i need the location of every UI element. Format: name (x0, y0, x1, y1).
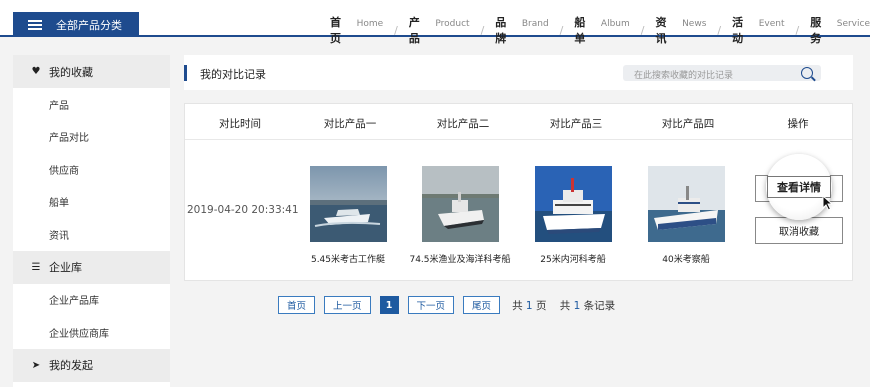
nav-album-en: Album (600, 19, 630, 29)
cursor-icon (822, 195, 834, 211)
total-pages: 1 (525, 299, 533, 312)
summary-text: 条记录 (583, 299, 616, 312)
col-header-actions: 操作 (787, 118, 809, 130)
sidebar-group-label: 企业库 (49, 261, 82, 274)
nav-album-cn: 船单 (574, 16, 586, 45)
compare-table: 对比时间 对比产品一 对比产品二 对比产品三 对比产品四 操作 2019-04-… (184, 103, 853, 281)
nav-product-cn: 产品 (408, 16, 420, 45)
nav-separator: / (640, 23, 645, 37)
sidebar-item-enterprise-suppliers[interactable]: 企业供应商库 (13, 316, 170, 349)
menu-icon (28, 19, 42, 30)
nav-separator: / (394, 23, 398, 37)
product-card[interactable]: 25米内河科考船 (518, 166, 628, 265)
summary-text: 共 (559, 299, 571, 312)
nav-home-en: Home (356, 19, 384, 29)
sidebar-group-label: 我的收藏 (49, 65, 93, 79)
total-records: 1 (573, 299, 581, 312)
nav-brand-en: Brand (521, 19, 549, 29)
product-card[interactable]: 74.5米渔业及海洋科考船 (405, 166, 515, 265)
top-header: 全部产品分类 首页 Home / 产品 Product / 品牌 Brand / 船单… (0, 0, 870, 45)
main-nav: 首页 Home / 产品 Product / 品牌 Brand / 船单 Album /… (330, 14, 870, 46)
nav-service[interactable]: 服务 Service (810, 14, 870, 46)
all-categories-button[interactable]: 全部产品分类 (13, 12, 139, 37)
all-categories-label: 全部产品分类 (56, 18, 122, 32)
product-name: 40米考察船 (662, 255, 710, 265)
sidebar-item-ship-list[interactable]: 船单 (13, 185, 170, 218)
nav-product-en: Product (435, 19, 470, 29)
nav-service-en: Service (836, 19, 870, 29)
pagination: 首页 上一页 1 下一页 尾页 共 1 页 共 1 条记录 (278, 296, 615, 314)
nav-separator: / (480, 23, 485, 37)
nav-brand-cn: 品牌 (495, 16, 507, 45)
last-page-button[interactable]: 尾页 (463, 296, 501, 314)
sidebar-item-enterprise-products[interactable]: 企业产品库 (13, 283, 170, 316)
search-icon[interactable] (801, 67, 813, 79)
summary-text: 共 (512, 299, 523, 312)
nav-album[interactable]: 船单 Album (574, 14, 629, 46)
product-image[interactable] (421, 166, 499, 242)
sidebar-item-product[interactable]: 产品 (13, 88, 170, 121)
col-header-product-3: 对比产品三 (549, 118, 603, 130)
send-icon: ➤ (31, 359, 41, 371)
sidebar-item-news[interactable]: 资讯 (13, 218, 170, 251)
product-name: 74.5米渔业及海洋科考船 (409, 255, 511, 265)
nav-product[interactable]: 产品 Product (409, 14, 470, 46)
cancel-favorite-button[interactable]: 取消收藏 (755, 217, 843, 244)
product-card[interactable]: 40米考察船 (631, 166, 741, 265)
col-header-product-4: 对比产品四 (661, 118, 715, 130)
search-box[interactable]: 在此搜索收藏的对比记录 (623, 65, 821, 81)
next-page-button[interactable]: 下一页 (407, 296, 455, 314)
title-accent-bar (184, 65, 187, 81)
current-page-button[interactable]: 1 (379, 296, 399, 314)
product-card[interactable]: 5.45米考古工作艇 (293, 166, 403, 265)
sidebar-group-favorites[interactable]: ♥ 我的收藏 (13, 55, 170, 88)
sidebar-group-enterprise[interactable]: ☰ 企业库 (13, 250, 170, 284)
col-header-time: 对比时间 (219, 118, 261, 130)
nav-separator: / (559, 23, 564, 37)
list-icon: ☰ (31, 261, 41, 273)
nav-brand[interactable]: 品牌 Brand (495, 14, 548, 46)
nav-home-cn: 首页 (330, 16, 341, 45)
first-page-button[interactable]: 首页 (278, 296, 316, 314)
product-image[interactable] (534, 166, 612, 242)
nav-event-cn: 活动 (732, 16, 744, 45)
product-image[interactable] (647, 166, 725, 242)
page-title: 我的对比记录 (200, 68, 266, 81)
search-input[interactable]: 在此搜索收藏的对比记录 (634, 68, 733, 81)
product-name: 25米内河科考船 (540, 255, 606, 265)
nav-separator: / (795, 23, 800, 37)
summary-text: 页 (535, 299, 547, 312)
compare-time: 2019-04-20 20:33:41 (187, 204, 299, 216)
sidebar-item-product-compare[interactable]: 产品对比 (13, 120, 170, 153)
product-image[interactable] (309, 166, 387, 242)
heart-icon: ♥ (31, 66, 41, 77)
nav-event[interactable]: 活动 Event (732, 14, 784, 46)
nav-news-en: News (682, 19, 707, 29)
section-header: 我的对比记录 在此搜索收藏的对比记录 (184, 55, 853, 90)
sidebar-group-label: 我的发起 (49, 359, 93, 372)
pagination-summary: 共 1 页 共 1 条记录 (512, 298, 615, 313)
col-header-product-1: 对比产品一 (323, 118, 377, 130)
nav-separator: / (717, 23, 722, 37)
sidebar-group-initiated[interactable]: ➤ 我的发起 (13, 348, 170, 382)
nav-event-en: Event (758, 19, 785, 29)
table-header: 对比时间 对比产品一 对比产品二 对比产品三 对比产品四 操作 (185, 104, 852, 140)
nav-news-cn: 资讯 (655, 16, 667, 45)
nav-service-cn: 服务 (810, 16, 822, 45)
sidebar-item-supplier[interactable]: 供应商 (13, 153, 170, 186)
nav-home[interactable]: 首页 Home (330, 14, 383, 46)
nav-news[interactable]: 资讯 News (655, 14, 706, 46)
product-name: 5.45米考古工作艇 (310, 255, 386, 265)
prev-page-button[interactable]: 上一页 (324, 296, 371, 314)
col-header-product-2: 对比产品二 (436, 118, 490, 130)
sidebar: ♥ 我的收藏 产品 产品对比 供应商 船单 资讯 ☰ 企业库 企业产品库 企业供… (13, 55, 170, 387)
